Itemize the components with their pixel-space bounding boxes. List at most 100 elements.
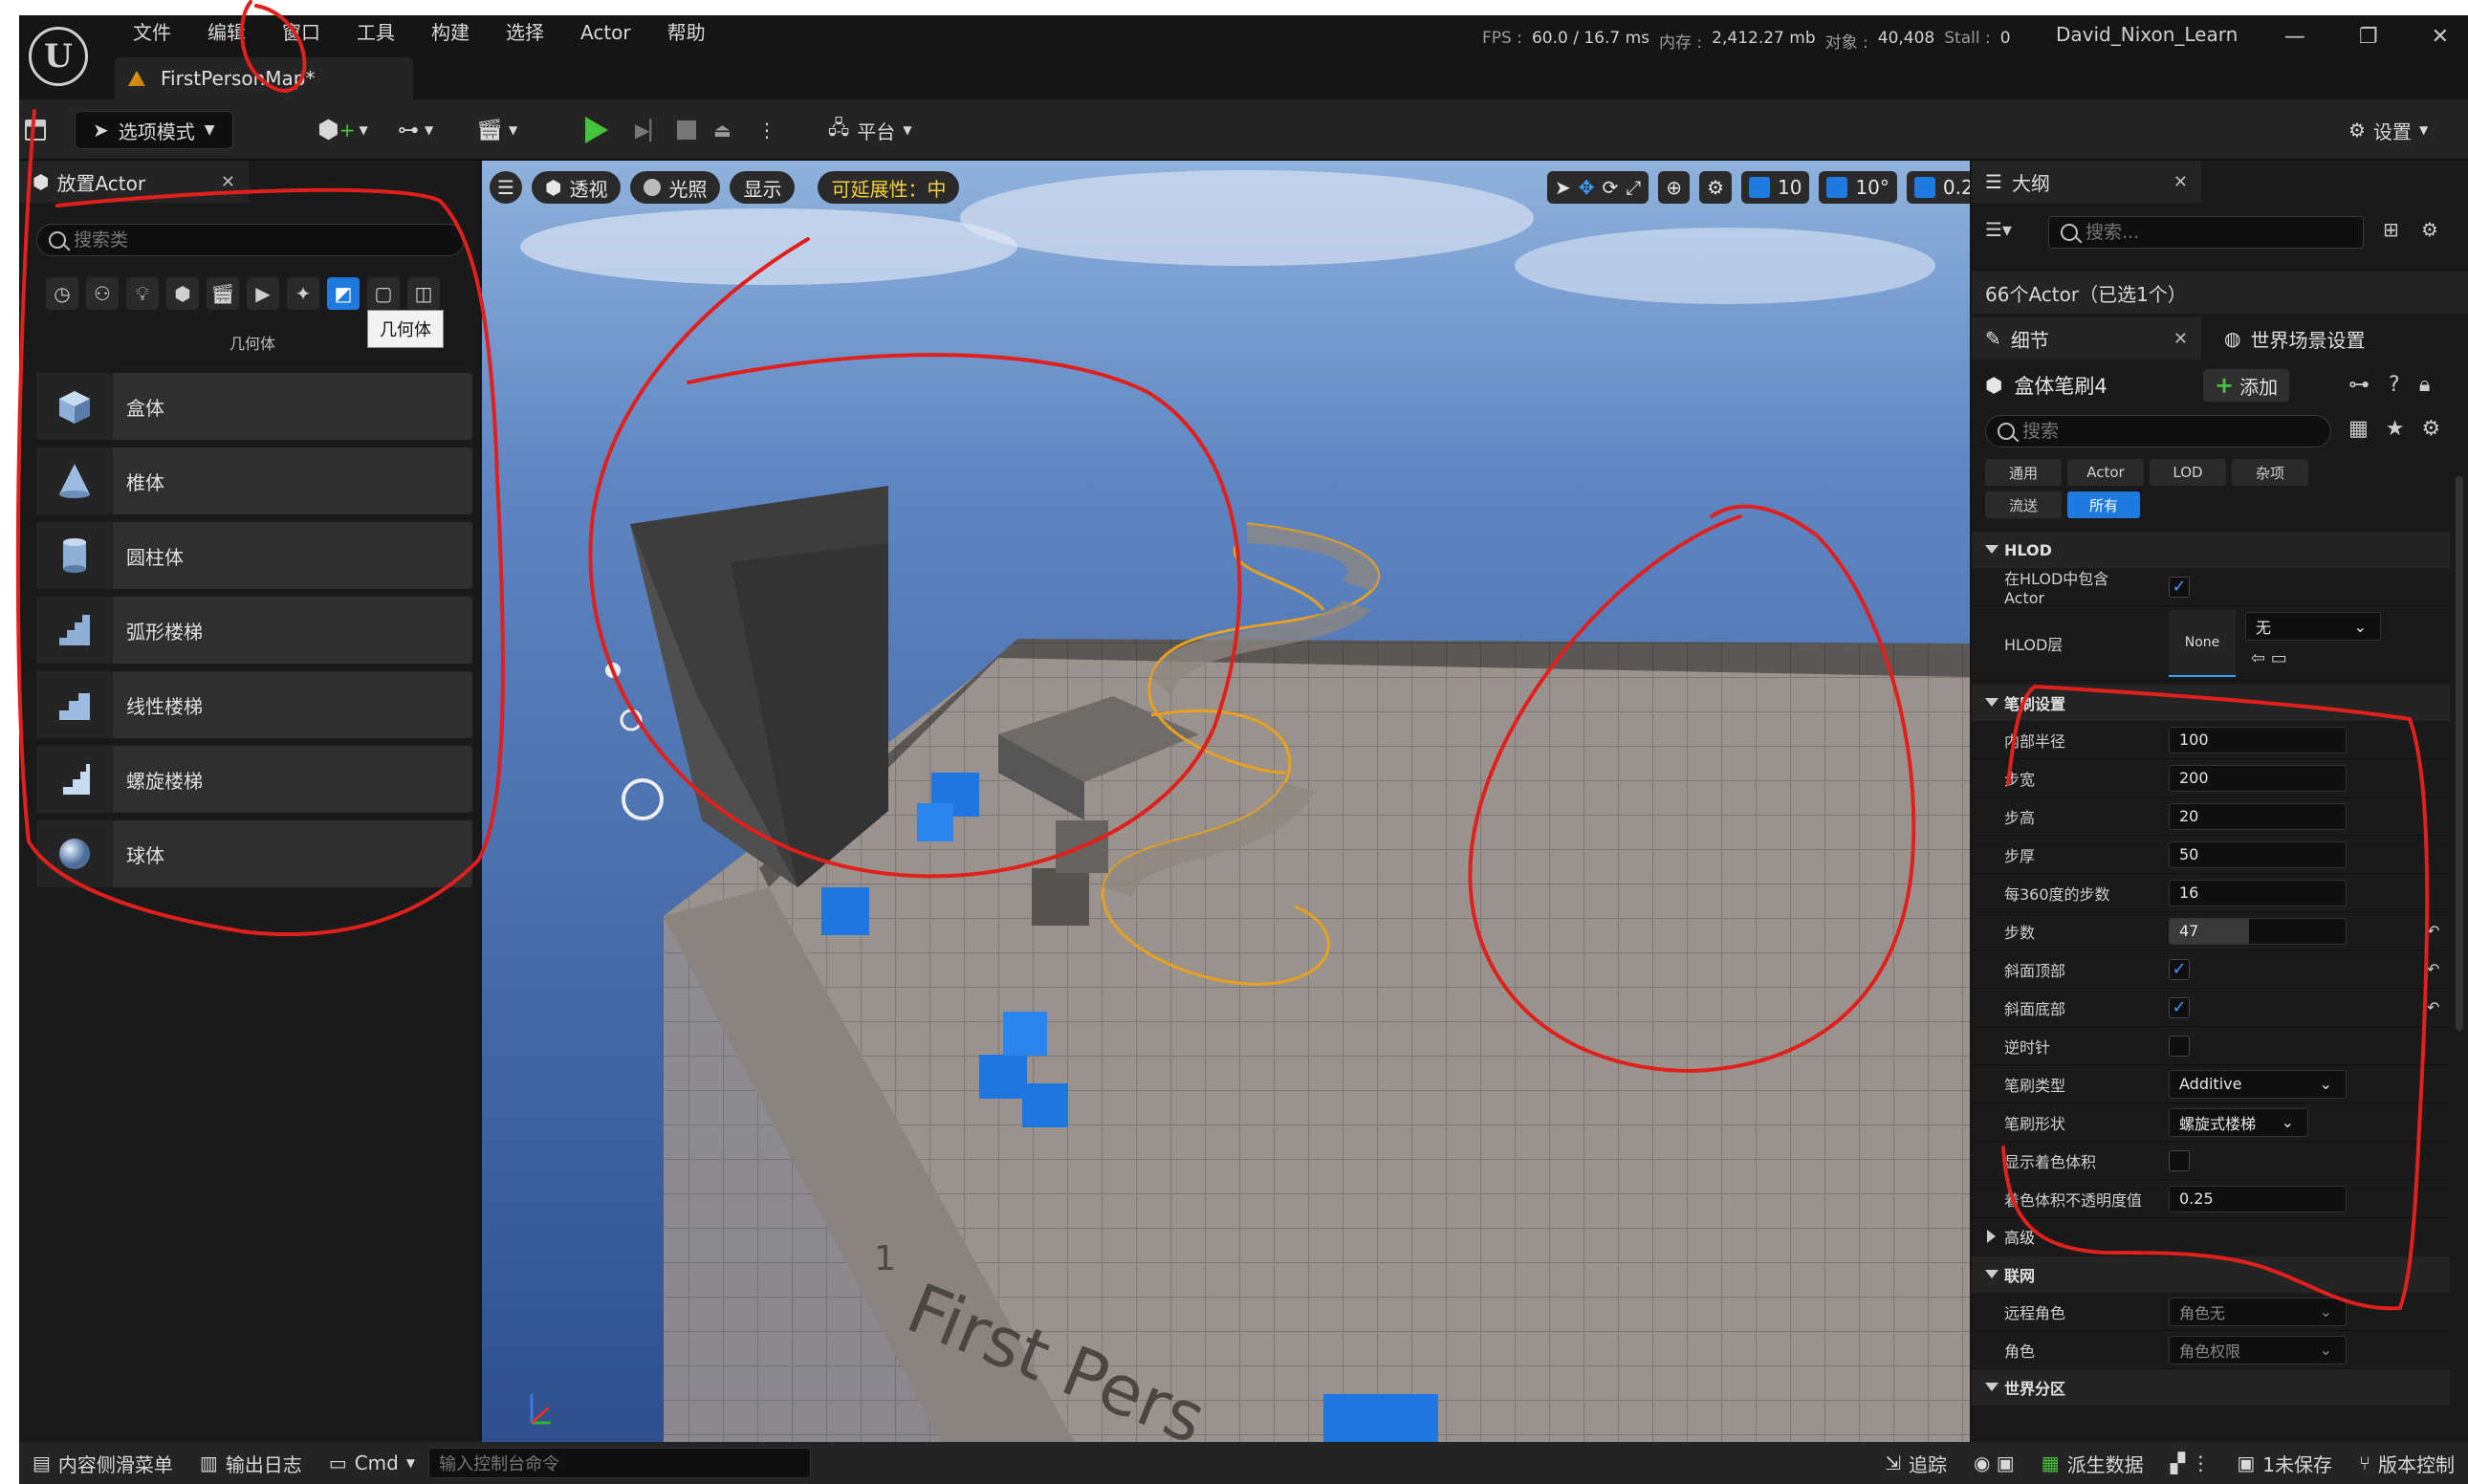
volumes-icon[interactable]: ▢ xyxy=(367,277,400,310)
geometry-icon[interactable]: ◩ xyxy=(327,277,360,310)
filter-all[interactable]: 所有 xyxy=(2067,491,2140,518)
actor-item-box[interactable]: 盒体 xyxy=(36,373,472,440)
grid-snap[interactable]: 10 xyxy=(1741,171,1810,204)
class-search-input[interactable] xyxy=(74,229,464,251)
content-drawer-button[interactable]: ▤ 内容侧滑菜单 xyxy=(19,1442,186,1484)
blueprint-icon[interactable]: ⊶ xyxy=(2348,373,2370,397)
gear-icon[interactable]: ⚙ xyxy=(2421,218,2438,241)
sloped-ceiling-checkbox[interactable]: ✓ xyxy=(2169,958,2190,980)
step-icon[interactable]: ▶▏ xyxy=(635,111,665,149)
role-dropdown[interactable]: 角色权限 ⌄ xyxy=(2169,1335,2347,1364)
hlod-layer-dropdown[interactable]: 无 ⌄ xyxy=(2245,612,2381,641)
add-component-button[interactable]: + 添加 xyxy=(2203,369,2290,402)
outliner-search[interactable] xyxy=(2048,216,2364,249)
num-steps-field[interactable]: 47 xyxy=(2169,917,2347,945)
actor-item-cylinder[interactable]: 圆柱体 xyxy=(36,522,472,589)
reset-icon[interactable]: ↶ xyxy=(2427,998,2439,1016)
basic-icon[interactable]: ⚇ xyxy=(86,277,119,310)
rotate-icon[interactable]: ⟳ xyxy=(1603,176,1619,199)
restore-icon[interactable]: ❐ xyxy=(2359,25,2378,49)
details-search[interactable] xyxy=(1985,415,2331,447)
unreal-logo-icon[interactable]: U xyxy=(29,27,88,86)
cinematics-icon[interactable]: 🎬︎ ▼ xyxy=(476,111,517,149)
angle-snap[interactable]: 10° xyxy=(1819,171,1897,204)
stop-icon[interactable] xyxy=(677,111,696,149)
world-partition-section[interactable]: 世界分区 xyxy=(1972,1369,2450,1406)
platform-button[interactable]: 🖧︎ 平台 ▼ xyxy=(828,111,912,149)
actor-item-spiral-stair[interactable]: 螺旋楼梯 xyxy=(36,746,472,813)
cmd-button[interactable]: ▭ Cmd ▼ xyxy=(316,1442,428,1484)
trace-button[interactable]: ⇲ 追踪 xyxy=(1871,1442,1960,1484)
filter-actor[interactable]: Actor xyxy=(2067,459,2144,486)
minimize-icon[interactable]: — xyxy=(2284,25,2305,49)
advanced-section[interactable]: 高级 xyxy=(1972,1218,2450,1255)
sloped-floor-checkbox[interactable]: ✓ xyxy=(2169,996,2190,1018)
world-settings-tab[interactable]: ◍ 世界场景设置 xyxy=(2211,317,2459,360)
close-tab-icon[interactable]: ✕ xyxy=(221,172,235,192)
save-icon[interactable] xyxy=(25,111,46,149)
surface-snap-icon[interactable]: ⚙ xyxy=(1699,171,1732,204)
star-icon[interactable]: ★ xyxy=(2386,417,2405,441)
scale-icon[interactable]: ⤢ xyxy=(1626,176,1641,199)
effects-icon[interactable]: ✦ xyxy=(287,277,319,310)
filter-general[interactable]: 通用 xyxy=(1985,459,2062,486)
actor-item-curved-stair[interactable]: 弧形楼梯 xyxy=(36,597,472,664)
close-tab-icon[interactable]: ✕ xyxy=(2173,172,2188,192)
more-options-icon[interactable]: ⋮ xyxy=(757,111,776,149)
play-button[interactable] xyxy=(585,111,608,149)
perspective-button[interactable]: ⬢ 透视 xyxy=(532,171,622,204)
recording-icon[interactable]: ◉ ▣ xyxy=(1960,1442,2028,1484)
scalability-button[interactable]: 可延展性：中 xyxy=(818,171,960,204)
all-classes-icon[interactable]: ◫ xyxy=(407,277,440,310)
network-section[interactable]: 联网 xyxy=(1972,1256,2450,1293)
world-local-icon[interactable]: ⊕ xyxy=(1658,171,1691,204)
table-icon[interactable]: ▦ xyxy=(2348,417,2369,441)
volume-opacity-field[interactable]: 0.25 xyxy=(2169,1185,2347,1212)
reset-icon[interactable]: ↶ xyxy=(2427,960,2439,978)
use-selected-icon[interactable]: ⇦ ▭ xyxy=(2251,648,2287,668)
menu-window[interactable]: 窗口 xyxy=(264,19,339,46)
outliner-search-input[interactable] xyxy=(2086,222,2363,243)
select-icon[interactable]: ➤ xyxy=(1555,176,1571,199)
viewport-menu-icon[interactable]: ☰ xyxy=(490,171,522,204)
brush-settings-section[interactable]: 笔刷设置 xyxy=(1972,685,2450,721)
brush-shape-dropdown[interactable]: 螺旋式楼梯 ⌄ xyxy=(2169,1107,2308,1137)
visual-effects-icon[interactable]: ▶ xyxy=(247,277,279,310)
reset-icon[interactable]: ↶ xyxy=(2427,922,2439,940)
cinematic-icon[interactable]: 🎬︎ xyxy=(207,277,239,310)
menu-build[interactable]: 构建 xyxy=(413,19,488,46)
lock-icon[interactable]: 🔒︎ xyxy=(2419,373,2431,397)
filter-streaming[interactable]: 流送 xyxy=(1985,491,2062,518)
eject-icon[interactable]: ⏏ xyxy=(713,111,732,149)
recent-icon[interactable]: ◷ xyxy=(46,277,78,310)
details-tab[interactable]: ✎ 细节 ✕ xyxy=(1972,317,2201,360)
inner-radius-field[interactable]: 100 xyxy=(2169,726,2347,753)
details-scrollbar[interactable] xyxy=(2456,476,2463,1031)
map-tab[interactable]: FirstPersonMap* xyxy=(115,57,413,99)
menu-file[interactable]: 文件 xyxy=(115,19,189,46)
step-width-field[interactable]: 200 xyxy=(2169,764,2347,792)
lights-icon[interactable]: 💡︎ xyxy=(126,277,159,310)
gear-icon[interactable]: ⚙ xyxy=(2422,417,2441,441)
settings-button[interactable]: ⚙ 设置 ▼ xyxy=(2348,111,2428,149)
move-icon[interactable]: ✥ xyxy=(1579,176,1595,199)
show-volume-checkbox[interactable] xyxy=(2169,1149,2190,1171)
filter-icon[interactable]: ☰▾ xyxy=(1985,218,2012,241)
show-button[interactable]: 显示 xyxy=(730,171,796,204)
menu-tools[interactable]: 工具 xyxy=(339,19,413,46)
scale-snap[interactable]: 0.25 xyxy=(1906,171,1970,204)
menu-actor[interactable]: Actor xyxy=(562,19,649,46)
console-input[interactable]: 输入控制台命令 xyxy=(428,1448,812,1478)
outliner-tab[interactable]: ☰ 大纲 ✕ xyxy=(1972,161,2201,203)
include-hlod-checkbox[interactable]: ✓ xyxy=(2169,576,2190,598)
network-icon[interactable]: ▞ ⋮ xyxy=(2157,1442,2224,1484)
filter-misc[interactable]: 杂项 xyxy=(2232,459,2308,486)
derived-data-button[interactable]: ▦ 派生数据 xyxy=(2028,1442,2157,1484)
place-actor-tab[interactable]: ⬢ 放置Actor ✕ xyxy=(19,161,249,203)
level-viewport[interactable]: First Pers 1 ☰ ⬢ 透视 光照 显示 可延展性：中 ➤ ✥ ⟳ ⤢ xyxy=(482,161,1970,1442)
menu-select[interactable]: 选择 xyxy=(488,19,562,46)
menu-help[interactable]: 帮助 xyxy=(649,19,724,46)
step-height-field[interactable]: 20 xyxy=(2169,802,2347,830)
shapes-icon[interactable]: ⬢ xyxy=(166,277,199,310)
details-search-input[interactable] xyxy=(2022,421,2330,442)
